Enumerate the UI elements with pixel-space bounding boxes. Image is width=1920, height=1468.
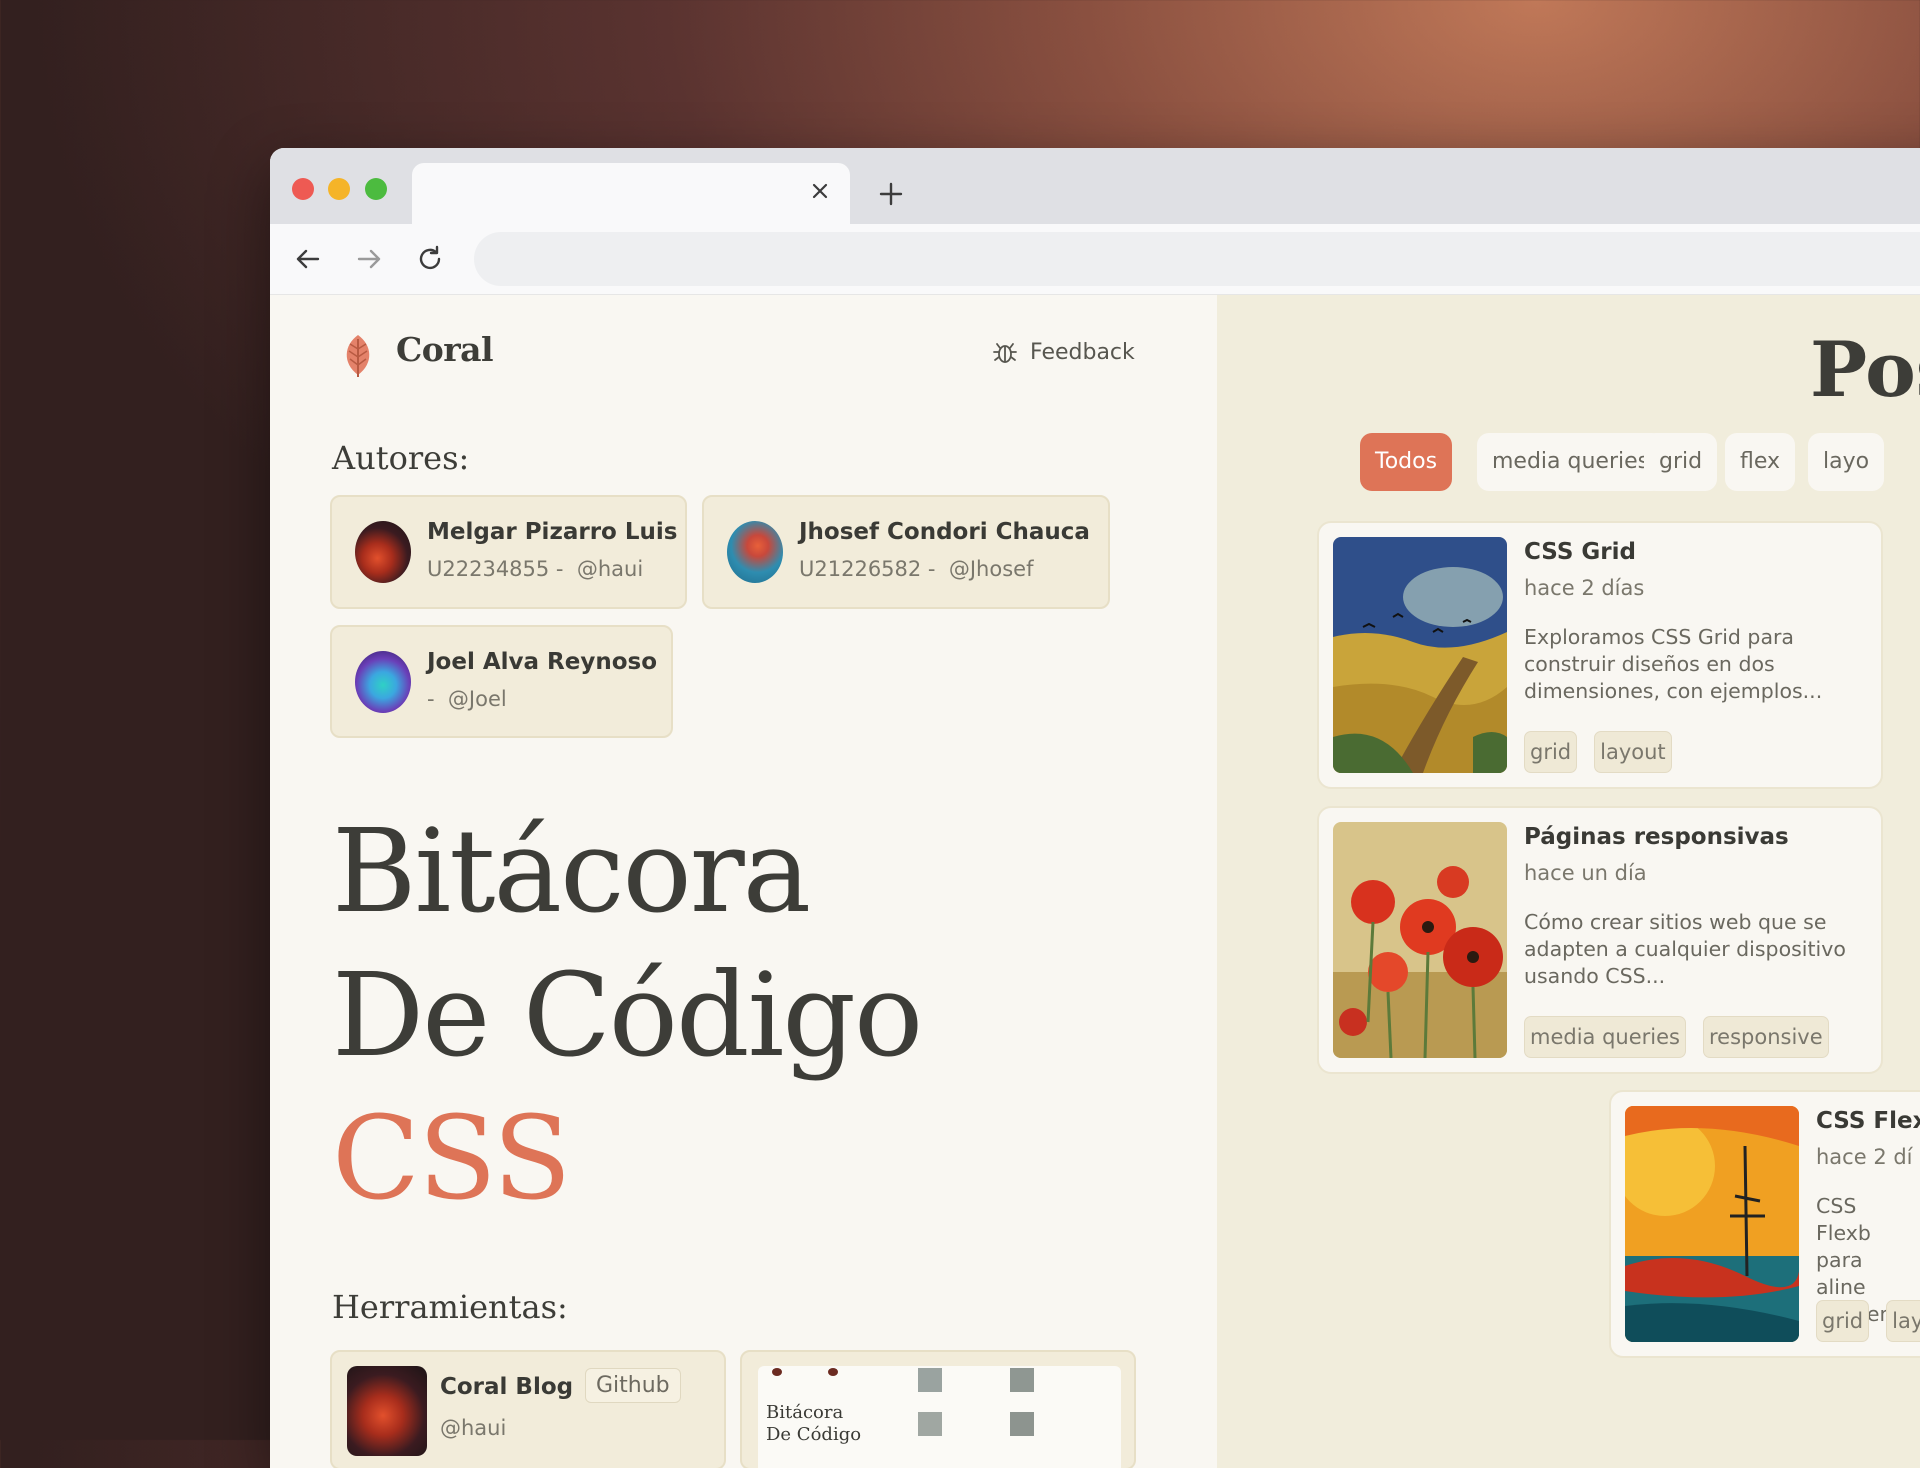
hero-line-1: Bitácora (332, 805, 811, 939)
preview-dot (772, 1368, 782, 1376)
preview-thumb (918, 1412, 942, 1436)
post-tag[interactable]: lay (1886, 1300, 1920, 1342)
preview-dot (828, 1368, 838, 1376)
new-tab-plus-icon[interactable] (876, 179, 906, 209)
post-card[interactable]: Páginas responsivas hace un día Cómo cre… (1317, 806, 1883, 1074)
page-content: Coral Feedback Autores: Melgar Pizarro L… (270, 295, 1920, 1468)
feedback-label: Feedback (1030, 339, 1135, 365)
post-tag[interactable]: grid (1816, 1300, 1870, 1342)
filter-chip-flex[interactable]: flex (1725, 433, 1796, 491)
github-button[interactable]: Github (585, 1368, 681, 1403)
avatar (355, 521, 411, 583)
hero-line-3-accent: CSS (332, 1092, 572, 1226)
site-preview: Bitácora De Código (758, 1366, 1121, 1468)
filter-chip-todos[interactable]: Todos (1360, 433, 1453, 491)
feedback-button[interactable]: Feedback (992, 339, 1135, 365)
post-card[interactable]: CSS Flex hace 2 dí CSS Flexb para aline … (1609, 1090, 1920, 1358)
tool-name: Coral Blog (440, 1374, 574, 1400)
left-column: Coral Feedback Autores: Melgar Pizarro L… (270, 295, 1217, 1468)
coral-leaf-logo-icon[interactable] (338, 333, 378, 379)
post-thumbnail (1333, 822, 1507, 1058)
preview-title-2: De Código (766, 1424, 862, 1445)
close-icon[interactable] (808, 179, 832, 203)
post-tag[interactable]: grid (1524, 731, 1578, 773)
post-date: hace 2 dí (1816, 1145, 1913, 1169)
preview-thumb (1010, 1368, 1034, 1392)
post-description: Exploramos CSS Grid para construir diseñ… (1524, 625, 1823, 703)
tab-bar (270, 148, 1920, 224)
tool-card-preview[interactable]: Bitácora De Código (740, 1350, 1136, 1468)
maximize-window-button[interactable] (365, 178, 387, 200)
back-arrow-icon[interactable] (293, 244, 323, 274)
author-card[interactable]: Melgar Pizarro Luis U22234855 - @haui (330, 495, 687, 609)
post-description: Cómo crear sitios web que se adapten a c… (1524, 910, 1846, 988)
tool-card-coral-blog[interactable]: Coral Blog Github @haui (330, 1350, 726, 1468)
browser-tab[interactable] (412, 163, 850, 224)
post-date: hace 2 días (1524, 576, 1645, 600)
post-date: hace un día (1524, 861, 1647, 885)
author-card[interactable]: Jhosef Condori Chauca U21226582 - @Jhose… (702, 495, 1110, 609)
hero-line-2: De Código (332, 949, 923, 1083)
address-bar[interactable] (474, 232, 1920, 286)
brand-name[interactable]: Coral (396, 330, 494, 369)
forward-arrow-icon[interactable] (354, 244, 384, 274)
author-card[interactable]: Joel Alva Reynoso - @Joel (330, 625, 673, 738)
post-thumbnail (1625, 1106, 1799, 1342)
post-tag[interactable]: layout (1594, 731, 1672, 773)
post-title: CSS Grid (1524, 539, 1636, 565)
preview-thumb (1010, 1412, 1034, 1436)
tool-handle: @haui (440, 1416, 507, 1440)
navigation-bar (270, 224, 1920, 295)
bug-icon (993, 343, 1017, 363)
preview-title-1: Bitácora (766, 1402, 844, 1423)
author-meta: U22234855 - @haui (427, 557, 644, 581)
filter-chip-grid[interactable]: grid (1644, 433, 1718, 491)
post-thumbnail (1333, 537, 1507, 773)
author-meta: - @Joel (427, 687, 507, 711)
author-name: Joel Alva Reynoso (427, 649, 658, 675)
author-meta: U21226582 - @Jhosef (799, 557, 1034, 581)
avatar (727, 521, 783, 583)
author-name: Melgar Pizarro Luis (427, 519, 678, 545)
posts-panel: Pos Todos media queries grid flex layo (1217, 295, 1920, 1468)
tools-title: Herramientas: (332, 1288, 568, 1326)
filter-chip-layout[interactable]: layo (1808, 433, 1885, 491)
browser-window: Coral Feedback Autores: Melgar Pizarro L… (270, 148, 1920, 1468)
post-title: Páginas responsivas (1524, 824, 1789, 850)
post-card[interactable]: CSS Grid hace 2 días Exploramos CSS Grid… (1317, 521, 1883, 789)
reload-icon[interactable] (415, 244, 445, 274)
avatar (355, 651, 411, 713)
author-name: Jhosef Condori Chauca (799, 519, 1090, 545)
authors-title: Autores: (332, 439, 470, 477)
posts-title: Pos (1810, 325, 1920, 414)
post-title: CSS Flex (1816, 1108, 1920, 1134)
filter-chip-media-queries[interactable]: media queries (1477, 433, 1665, 491)
close-window-button[interactable] (292, 178, 314, 200)
preview-thumb (918, 1368, 942, 1392)
post-tag[interactable]: responsive (1702, 1016, 1829, 1058)
minimize-window-button[interactable] (328, 178, 350, 200)
post-tag[interactable]: media queries (1524, 1016, 1686, 1058)
tool-thumbnail (347, 1366, 427, 1456)
